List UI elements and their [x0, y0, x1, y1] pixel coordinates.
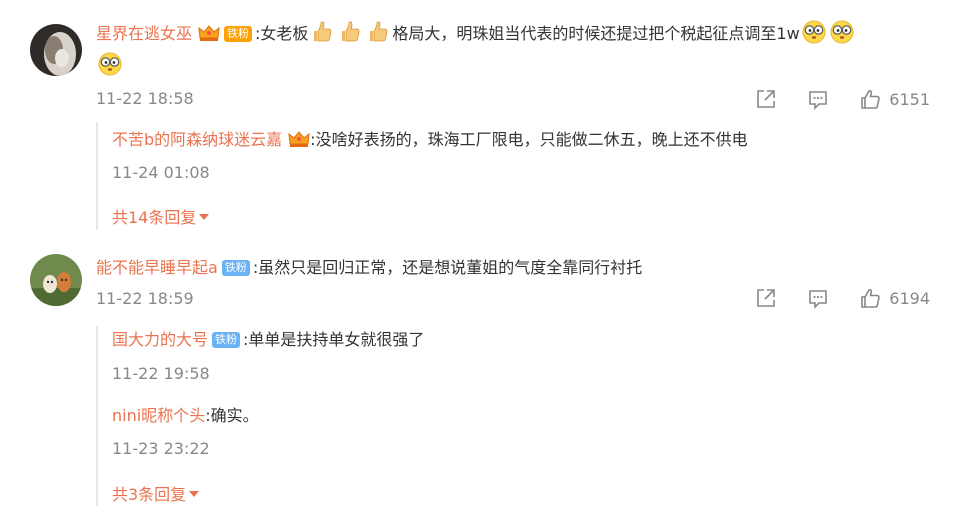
comment-body: :虽然只是回归正常，还是想说董姐的气度全靠同行衬托: [252, 258, 643, 277]
surprised-glasses-emoji: [830, 20, 854, 44]
like-count: 6194: [889, 288, 930, 308]
avatar[interactable]: [30, 254, 82, 306]
reply-list: 不苦b的阿森纳球迷云嘉:没啥好表扬的，珠海工厂限电，只能做二休五，晚上还不供电 …: [96, 122, 898, 230]
reply-timestamp: 11-22 19:58: [112, 364, 210, 383]
reply-text: :单单是扶持单女就很强了: [243, 330, 425, 349]
reply-username-link[interactable]: nini昵称个头: [112, 406, 205, 425]
username-link[interactable]: 能不能早睡早起a: [96, 258, 218, 277]
more-replies-label: 共14条回复: [112, 208, 197, 227]
reply-timestamp: 11-23 23:22: [112, 439, 210, 458]
comment-text: 能不能早睡早起a 铁粉:虽然只是回归正常，还是想说董姐的气度全靠同行衬托: [96, 252, 936, 284]
crown-icon: [288, 130, 310, 148]
thumbs-up-icon[interactable]: [859, 88, 881, 110]
reply-item: 不苦b的阿森纳球迷云嘉 :没啥好表扬的，珠海工厂限电，只能做二休五，晚上还不供电: [112, 128, 748, 152]
reply-username-link[interactable]: 国大力的大号: [112, 330, 208, 349]
reply-username-link[interactable]: 不苦b的阿森纳球迷云嘉: [112, 130, 282, 149]
caret-down-icon: [199, 214, 210, 220]
thumbs-up-icon[interactable]: [859, 287, 881, 309]
fan-badge[interactable]: 铁粉: [224, 26, 253, 42]
surprised-glasses-emoji: [98, 52, 122, 76]
more-replies-label: 共3条回复: [112, 485, 187, 504]
fan-badge[interactable]: 铁粉: [212, 332, 241, 348]
comment-timestamp: 11-22 18:58: [96, 89, 194, 108]
more-replies-link[interactable]: 共3条回复: [112, 481, 200, 505]
comment-body-start: :女老板: [255, 24, 309, 43]
reply-list: 国大力的大号 铁粉:单单是扶持单女就很强了 11-22 19:58 nini昵称个…: [96, 326, 898, 506]
fan-badge[interactable]: 铁粉: [221, 260, 250, 276]
comment-timestamp: 11-22 18:59: [96, 289, 194, 308]
reply-timestamp: 11-24 01:08: [112, 163, 210, 182]
surprised-glasses-emoji: [802, 20, 826, 44]
like-button[interactable]: 6194: [859, 287, 930, 309]
comment-icon[interactable]: [807, 287, 829, 309]
reply-text: :确实。: [205, 406, 259, 425]
crown-icon: [198, 24, 220, 42]
comment-text: 星界在逃女巫 铁粉:女老板 格局大，明珠姐当代表的时候还提过把个税起征点调至1w: [96, 18, 936, 82]
comment-body-end: 格局大，明珠姐当代表的时候还提过把个税起征点调至1w: [392, 24, 800, 43]
comment-icon[interactable]: [807, 88, 829, 110]
reply-item: 国大力的大号 铁粉:单单是扶持单女就很强了: [112, 328, 424, 352]
thumbs-up-emoji: [366, 20, 390, 44]
like-button[interactable]: 6151: [859, 88, 930, 110]
reply-item: nini昵称个头:确实。: [112, 404, 259, 428]
comment-actions: 6194: [755, 287, 930, 309]
share-icon[interactable]: [755, 88, 777, 110]
comment-actions: 6151: [755, 88, 930, 110]
thumbs-up-emoji: [338, 20, 362, 44]
reply-text: :没啥好表扬的，珠海工厂限电，只能做二休五，晚上还不供电: [310, 130, 748, 149]
share-icon[interactable]: [755, 287, 777, 309]
thumbs-up-emoji: [310, 20, 334, 44]
like-count: 6151: [889, 89, 930, 109]
username-link[interactable]: 星界在逃女巫: [96, 24, 192, 43]
more-replies-link[interactable]: 共14条回复: [112, 204, 210, 228]
caret-down-icon: [189, 491, 200, 497]
avatar[interactable]: [30, 24, 82, 76]
